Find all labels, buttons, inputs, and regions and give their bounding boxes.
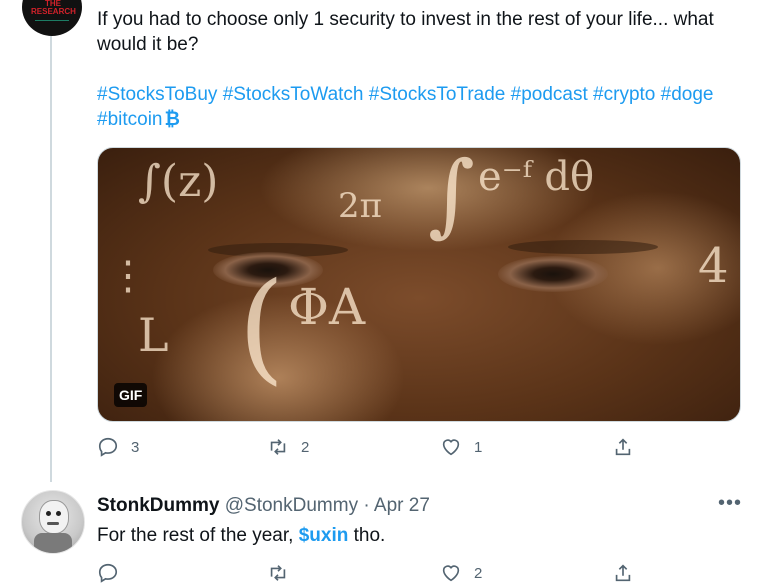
retweet-button[interactable]: 2 [267,436,309,458]
hashtag-link[interactable]: #StocksToBuy [97,84,217,105]
share-icon [615,564,631,582]
retweet-icon [270,565,286,581]
gif-formula: 4 [698,238,729,294]
hashtag-link[interactable]: #StocksToWatch [223,84,364,105]
like-count: 2 [474,564,483,582]
retweet-button[interactable] [267,562,289,584]
share-button[interactable] [612,562,634,584]
hashtag-link[interactable]: #podcast [511,84,588,105]
reply-icon [98,437,118,457]
hashtag-link[interactable]: #StocksToTrade [369,84,506,105]
share-icon [615,438,631,456]
avatar[interactable]: THE RESEARCH [22,0,82,36]
gif-formula: L [138,308,169,362]
gif-formula: 2π [338,186,382,226]
like-icon [442,439,460,456]
reply-display-name[interactable]: StonkDummy [97,495,219,516]
thread-connector [50,36,52,482]
avatar-logo-text: THE RESEARCH [31,0,76,16]
like-count: 1 [474,438,483,456]
reply-actions: 2 [97,562,657,584]
reply-button[interactable]: 3 [97,436,139,458]
avatar-head [39,500,69,534]
avatar-mouth [47,522,59,525]
reply-icon [98,563,118,583]
retweet-count: 2 [301,438,310,456]
reply-count: 3 [131,438,140,456]
gif-formula: ⋮ [108,253,148,299]
reply-date[interactable]: Apr 27 [374,495,430,516]
share-button[interactable] [612,436,634,458]
reply-button[interactable] [97,562,119,584]
hashtag-link[interactable]: #crypto [593,84,655,105]
cashtag-link[interactable]: $uxin [299,525,349,546]
gif-formula: e⁻ᶠ dθ [478,154,595,200]
gif-badge: GIF [114,383,148,407]
reply-separator: · [363,495,370,516]
like-button[interactable]: 1 [440,436,482,458]
tweet-gif[interactable]: ∫(z) 2π ∫ e⁻ᶠ dθ ( ΦA 4 ⋮ L GIF [97,147,741,422]
avatar-logo-line [35,20,69,21]
avatar-body [34,533,72,553]
gif-formula: ( [238,258,285,397]
gif-formula: ΦA [288,278,366,336]
hashtag-link[interactable]: #doge [661,84,714,105]
tweet-hashtags: #StocksToBuy #StocksToWatch #StocksToTra… [97,82,757,132]
gif-brow-right [508,240,658,254]
reply-text-end: tho. [353,525,386,546]
gif-formula: ∫(z) [138,156,219,207]
reply-text: For the rest of the year, $uxin tho. [97,523,385,548]
avatar-eye [46,511,51,516]
more-icon[interactable]: ••• [718,492,742,515]
reply-header: StonkDummy @StonkDummy · Apr 27 [97,494,430,518]
reply-handle[interactable]: @StonkDummy [225,495,358,516]
bitcoin-icon: ₿ [164,109,180,130]
avatar-eye [56,511,61,516]
reply-text-start: For the rest of the year, [97,525,294,546]
like-icon [442,565,460,582]
tweet-text: If you had to choose only 1 security to … [97,9,714,55]
retweet-icon [270,439,286,455]
gif-formula: ∫ [428,147,475,247]
reply-avatar[interactable] [21,490,85,554]
hashtag-link[interactable]: #bitcoin [97,109,163,130]
tweet-actions: 3 2 1 [97,436,657,464]
gif-eye-right [498,256,608,292]
like-button[interactable]: 2 [440,562,482,584]
